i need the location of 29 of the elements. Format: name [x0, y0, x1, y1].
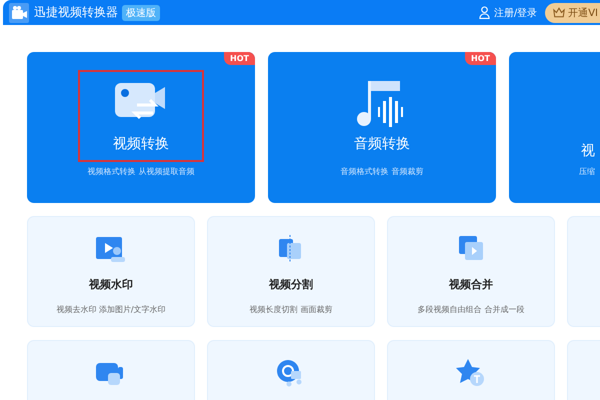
- feature-description: 音频格式转换 音频裁剪: [340, 166, 424, 177]
- feature-card[interactable]: 视 压缩: [509, 52, 600, 203]
- feature-description: 视频格式转换 从视频提取音频: [88, 166, 194, 177]
- feature-card[interactable]: HOT 音频转换 音频格式转换 音频裁剪: [268, 52, 496, 203]
- tool-title: 视频分割: [269, 277, 313, 292]
- feature-title: 音频转换: [354, 135, 410, 153]
- app-title: 迅捷视频转换器: [34, 4, 118, 21]
- tool-description: 多段视频自由组合 合并成一段: [418, 304, 524, 315]
- camera-logo-icon: [9, 2, 29, 22]
- feature-description: 压缩: [579, 166, 595, 177]
- edition-badge: 极速版: [122, 4, 160, 20]
- feature-title: 视频转换: [113, 135, 169, 153]
- hot-badge: HOT: [465, 52, 496, 65]
- feature-card[interactable]: HOT 视频转换 视频格式转换 从视频提取音频: [27, 52, 255, 203]
- film-person-icon: [95, 235, 127, 263]
- user-icon[interactable]: [478, 6, 490, 19]
- crown-icon: [553, 7, 566, 18]
- hot-badge: HOT: [224, 52, 255, 65]
- tool-title: 视频合并: [449, 277, 493, 292]
- tool-description: 视频长度切割 画面裁剪: [250, 304, 332, 315]
- star-text-icon: [455, 359, 487, 387]
- login-link[interactable]: 注册/登录: [494, 6, 538, 20]
- tool-card[interactable]: 视频合并 多段视频自由组合 合并成一段: [387, 216, 555, 327]
- tool-description: 视频去水印 添加图片/文字水印: [56, 304, 166, 315]
- tool-title: 视频水印: [89, 277, 133, 292]
- feature-title: 视: [581, 142, 595, 160]
- tool-card[interactable]: 视频水印 视频去水印 添加图片/文字水印: [27, 216, 195, 327]
- vip-button[interactable]: 开通VI: [545, 2, 600, 22]
- tool-card[interactable]: 视频分割 视频长度切割 画面裁剪: [207, 216, 375, 327]
